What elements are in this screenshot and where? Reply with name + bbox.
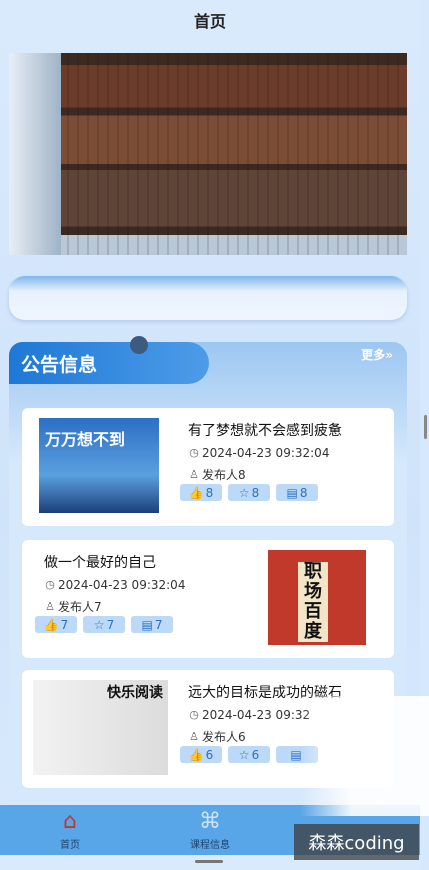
tab-home[interactable]: ⌂ 首页 [0,805,140,855]
comment-icon: ▤ [141,617,153,632]
item-publisher: 发布人6 [202,730,246,744]
favorite-button[interactable]: ☆ 7 [83,616,125,633]
user-icon: ♙ [45,599,55,613]
search-bar[interactable] [9,276,407,320]
like-button[interactable]: 👍 6 [180,746,222,763]
watermark: 森森coding [294,824,419,860]
list-item[interactable]: 做一个最好的自己 ◷ 2024-04-23 09:32:04 ♙ 发布人7 👍 7 ☆… [22,540,394,658]
item-title: 做一个最好的自己 [44,555,156,571]
item-time: 2024-04-23 09:32 [202,708,311,722]
clock-icon: ◷ [189,446,199,459]
cover-text: 职场百度 [298,562,328,642]
user-icon: ♙ [189,467,199,481]
thumbs-up-icon: 👍 [188,485,204,500]
scrollbar[interactable] [424,415,427,439]
overlay-fade [300,696,429,816]
favorite-button[interactable]: ☆ 6 [228,746,270,763]
decor-dot [130,336,148,354]
tab-label: 首页 [60,840,80,851]
home-indicator[interactable] [195,860,223,863]
more-link[interactable]: 更多» [361,346,393,363]
item-title: 有了梦想就不会感到疲惫 [188,423,342,439]
like-button[interactable]: 👍 7 [35,616,77,633]
grid-icon: ⌘ [199,809,221,834]
comment-button[interactable]: ▤ 7 [131,616,173,633]
tab-label: 课程信息 [190,840,230,851]
star-icon: ☆ [238,747,250,762]
notice-title: 公告信息 [9,342,209,384]
cover-image: 快乐阅读 [33,680,168,775]
home-icon: ⌂ [63,809,77,834]
comment-button[interactable]: ▤ 8 [276,484,318,501]
star-icon: ☆ [93,617,105,632]
thumbs-up-icon: 👍 [188,747,204,762]
star-icon: ☆ [238,485,250,500]
tab-courses[interactable]: ⌘ 课程信息 [140,805,280,855]
cover-image: 职场百度 [268,550,366,645]
cover-text: 万万想不到 [45,430,126,449]
banner-image[interactable] [9,53,407,255]
list-item[interactable]: 万万想不到 有了梦想就不会感到疲惫 ◷ 2024-04-23 09:32:04 ♙… [22,408,394,526]
item-time: 2024-04-23 09:32:04 [202,446,330,460]
banner-window [9,53,61,255]
favorite-button[interactable]: ☆ 8 [228,484,270,501]
comment-icon: ▤ [286,485,298,500]
clock-icon: ◷ [45,578,55,591]
item-publisher: 发布人7 [58,600,102,614]
user-icon: ♙ [189,729,199,743]
clock-icon: ◷ [189,708,199,721]
thumbs-up-icon: 👍 [43,617,59,632]
item-publisher: 发布人8 [202,468,246,482]
cover-text: 快乐阅读 [107,685,163,701]
item-time: 2024-04-23 09:32:04 [58,578,186,592]
cover-image: 万万想不到 [39,418,159,513]
like-button[interactable]: 👍 8 [180,484,222,501]
page-title: 首页 [193,12,226,31]
